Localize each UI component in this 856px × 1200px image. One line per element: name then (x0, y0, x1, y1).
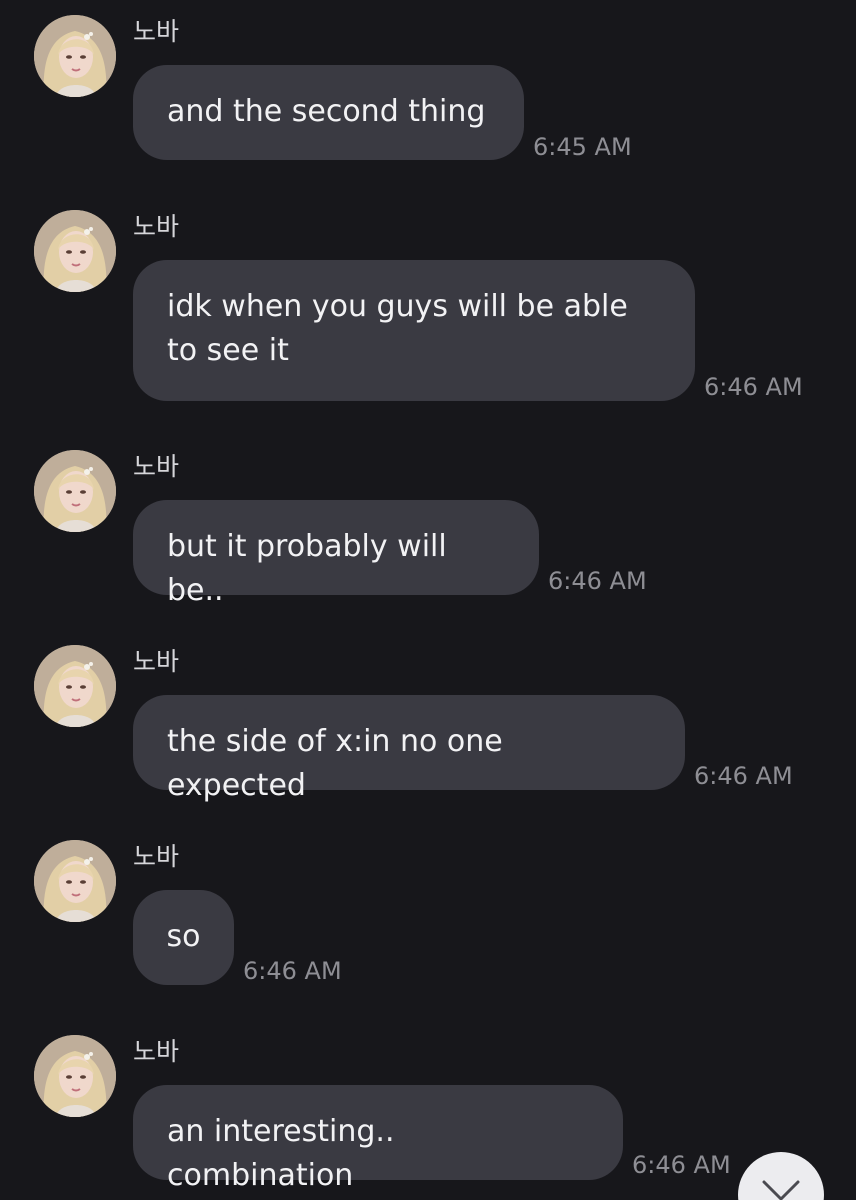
avatar[interactable] (34, 1035, 116, 1117)
message-text: the side of x:in no one expected (167, 724, 503, 803)
message-time: 6:45 AM (533, 133, 632, 161)
message-text: so (166, 919, 201, 954)
message-bubble[interactable]: the side of x:in no one expected (133, 695, 685, 803)
message-time: 6:46 AM (632, 1151, 731, 1179)
message-bubble[interactable]: an interesting.. combination (133, 1085, 623, 1193)
sender-name: 노바 (133, 842, 180, 871)
sender-name: 노바 (133, 1037, 180, 1066)
message-text: an interesting.. combination (167, 1114, 395, 1193)
message-text: and the second thing (167, 94, 486, 129)
scroll-to-bottom-button[interactable] (738, 1152, 824, 1200)
message-text: idk when you guys will be able to see it (167, 289, 628, 368)
message-bubble[interactable]: but it probably will be.. (133, 500, 539, 608)
avatar[interactable] (34, 210, 116, 292)
avatar[interactable] (34, 645, 116, 727)
sender-name: 노바 (133, 212, 180, 241)
message-time: 6:46 AM (694, 762, 793, 790)
chat-view: 노바 and the second thing 6:45 AM 노바 idk w… (0, 0, 856, 1200)
message-time: 6:46 AM (243, 957, 342, 985)
sender-name: 노바 (133, 647, 180, 676)
message-time: 6:46 AM (548, 567, 647, 595)
message-bubble[interactable]: and the second thing (133, 65, 524, 160)
sender-name: 노바 (133, 17, 180, 46)
avatar[interactable] (34, 15, 116, 97)
chevron-down-icon (762, 1180, 800, 1200)
message-bubble[interactable]: so (133, 890, 234, 985)
message-time: 6:46 AM (704, 373, 803, 401)
avatar[interactable] (34, 840, 116, 922)
avatar[interactable] (34, 450, 116, 532)
message-text: but it probably will be.. (167, 529, 447, 608)
sender-name: 노바 (133, 452, 180, 481)
message-bubble[interactable]: idk when you guys will be able to see it (133, 260, 695, 401)
